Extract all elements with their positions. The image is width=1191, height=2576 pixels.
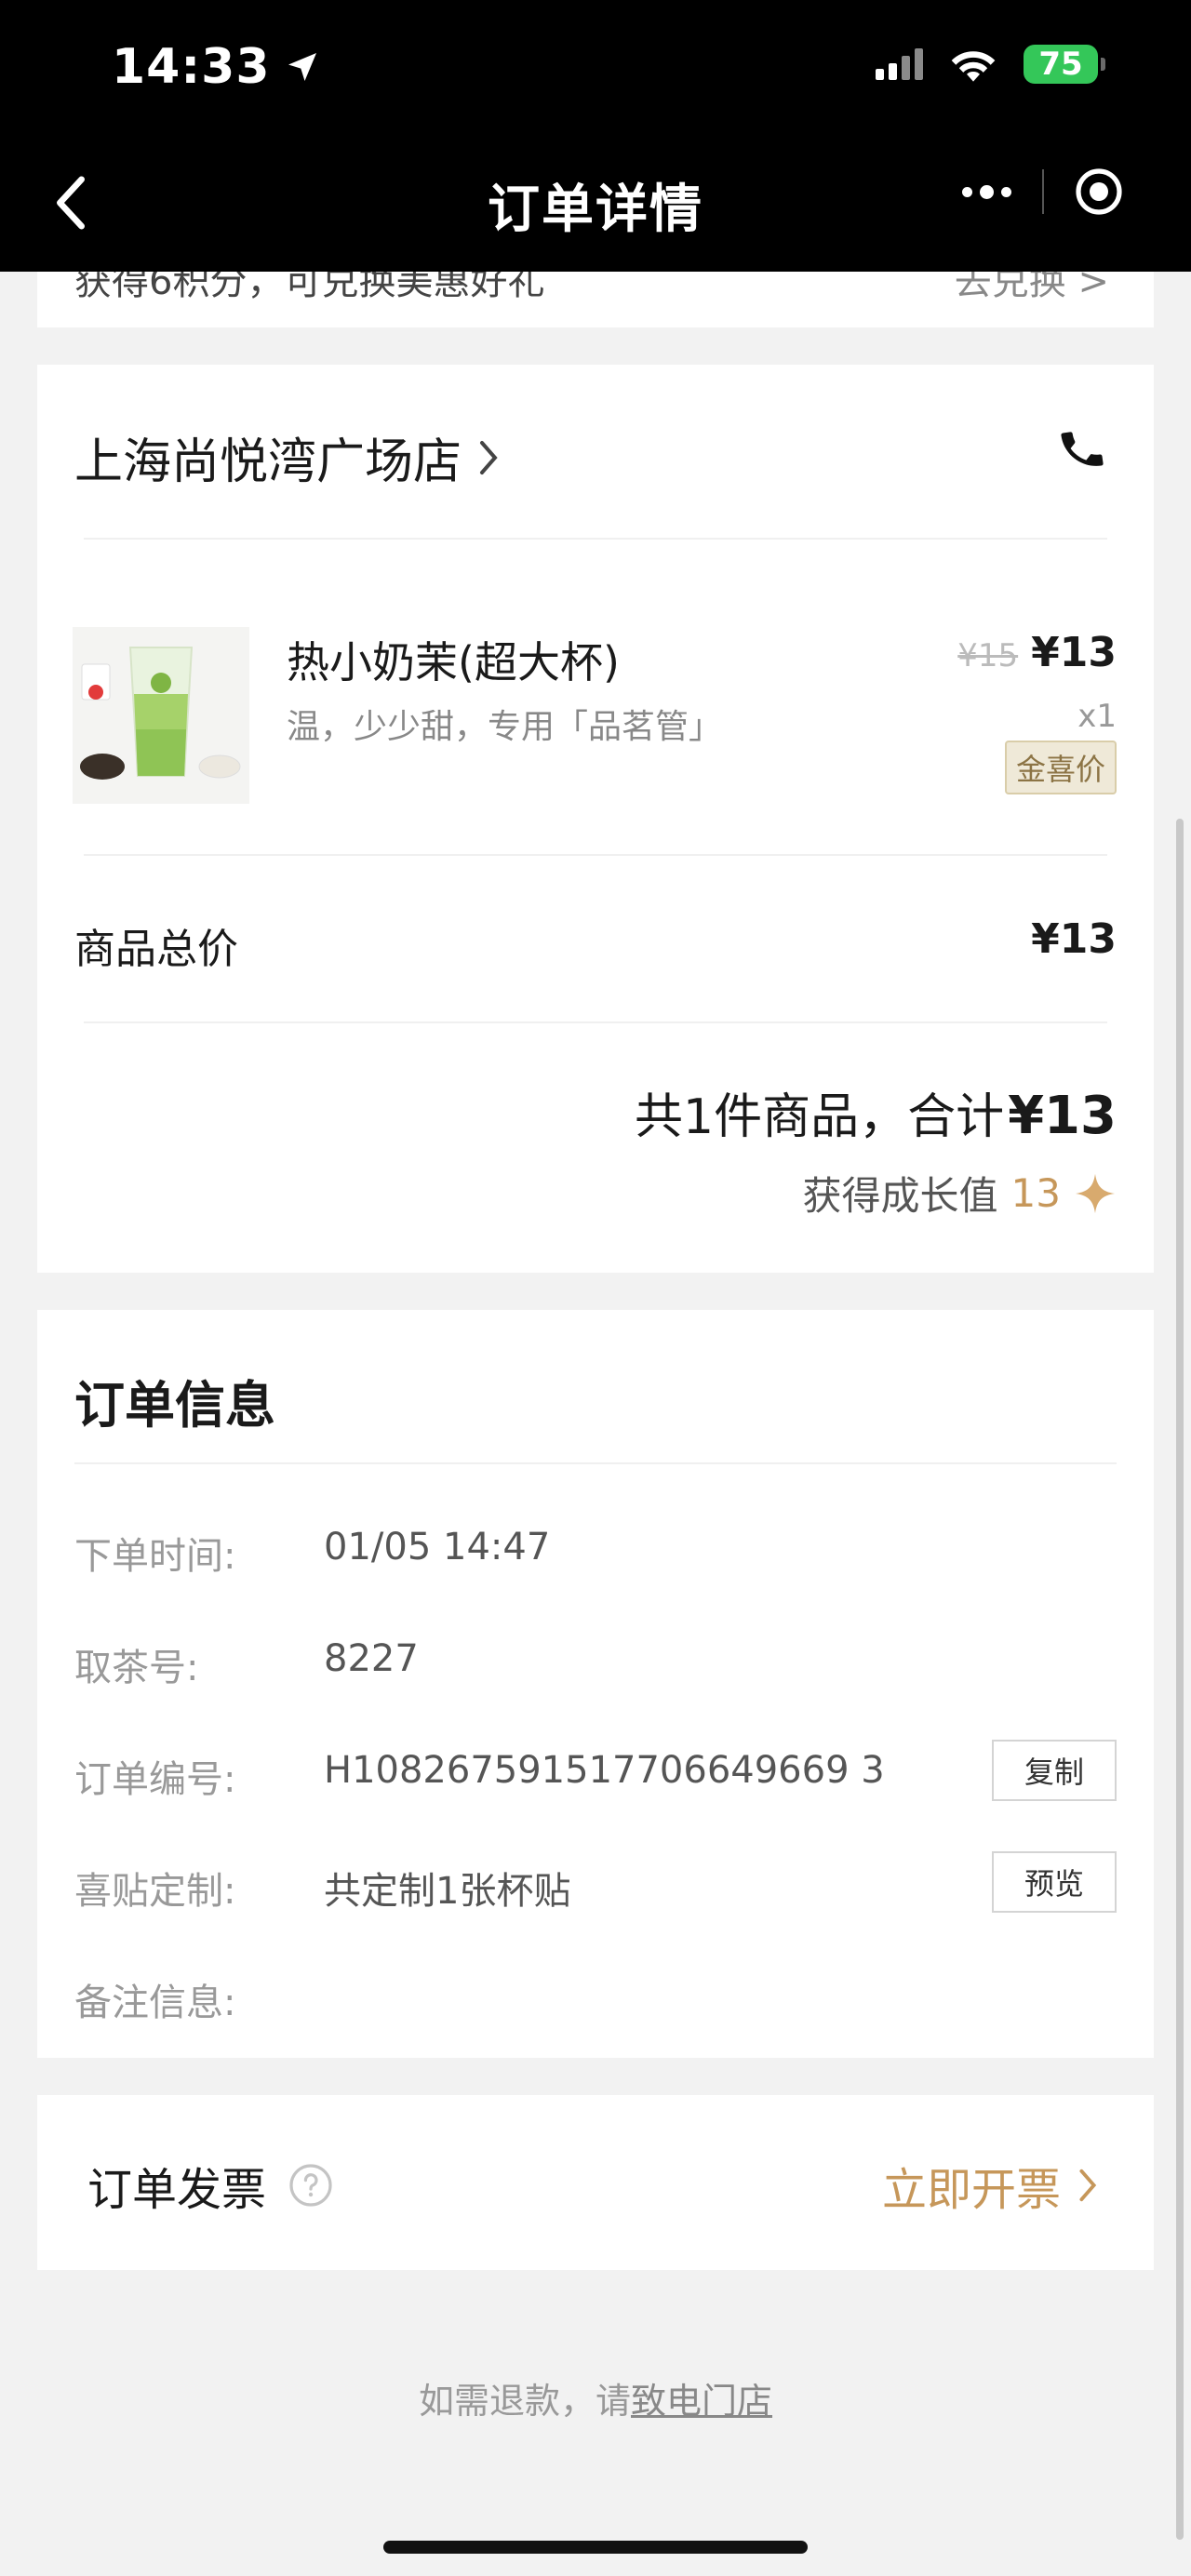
invoice-label-group: 订单发票 <box>87 2153 333 2218</box>
growth-value: 13 <box>1010 1170 1061 1216</box>
home-indicator[interactable] <box>383 2541 808 2554</box>
order-total-prefix: 共1件商品，合计 <box>635 1089 1005 1145</box>
points-banner-text: 获得6积分，可兑换美惠好礼 <box>74 272 545 303</box>
target-circle-icon <box>1076 168 1122 215</box>
issue-invoice-label: 立即开票 <box>881 2164 1061 2216</box>
more-dot-icon <box>961 186 972 197</box>
order-time-label: 下单时间: <box>74 1535 236 1578</box>
status-indicators: 75 <box>876 45 1105 84</box>
order-info-card: 订单信息 下单时间: 01/05 14:47 取茶号: 8227 订单编号: H… <box>37 1310 1154 2058</box>
product-spec: 温，少少甜，专用「品茗管」 <box>287 708 723 746</box>
status-time: 14:33 <box>112 39 271 95</box>
more-dot-icon <box>979 184 994 199</box>
remark-label: 备注信息: <box>74 1982 236 2024</box>
goods-total-label: 商品总价 <box>74 926 238 973</box>
wifi-icon <box>951 51 996 82</box>
order-time-value: 01/05 14:47 <box>324 1526 551 1568</box>
pickup-number-label: 取茶号: <box>74 1647 199 1689</box>
order-items-card: 上海尚悦湾广场店 热小奶茉(超大杯) 温，少少甜，专用「品茗管」 ¥15 ¥13… <box>37 365 1154 1273</box>
chevron-right-icon <box>1079 2169 1097 2202</box>
pickup-number-value: 8227 <box>324 1637 419 1680</box>
product-name: 热小奶茉(超大杯) <box>287 637 620 687</box>
phone-icon <box>1061 432 1104 466</box>
product-image[interactable] <box>73 627 249 804</box>
points-banner: 获得6积分，可兑换美惠好礼 去兑换 > <box>37 272 1154 327</box>
order-info-title: 订单信息 <box>74 1376 275 1435</box>
battery-icon: 75 <box>1024 45 1105 84</box>
cellular-signal-icon <box>876 48 923 80</box>
invoice-card: 订单发票 立即开票 <box>37 2095 1154 2270</box>
original-price: ¥15 <box>957 637 1019 674</box>
invoice-label: 订单发票 <box>87 2164 267 2216</box>
product-price: ¥15 ¥13 <box>957 629 1117 676</box>
more-button[interactable] <box>930 184 1042 199</box>
redeem-link[interactable]: 去兑换 > <box>955 272 1109 305</box>
copy-order-number-button[interactable]: 复制 <box>992 1740 1117 1801</box>
growth-label: 获得成长值 <box>802 1173 998 1219</box>
order-number-value: H108267591517706649669 3 <box>324 1749 885 1792</box>
sparkle-icon <box>1075 1173 1116 1213</box>
refund-note: 如需退款，请致电门店 <box>0 2372 1191 2423</box>
current-price: ¥13 <box>1031 629 1117 676</box>
preview-sticker-button[interactable]: 预览 <box>992 1851 1117 1913</box>
order-total-amount: ¥13 <box>1008 1086 1117 1146</box>
price-badge: 金喜价 <box>1004 741 1117 794</box>
goods-total-value: ¥13 <box>1031 915 1117 963</box>
more-dot-icon <box>1000 186 1011 197</box>
divider <box>84 854 1107 856</box>
store-link[interactable]: 上海尚悦湾广场店 <box>74 422 499 492</box>
sticker-custom-label: 喜贴定制: <box>74 1870 236 1913</box>
chevron-right-icon <box>480 440 498 474</box>
scrollbar[interactable] <box>1176 819 1184 2540</box>
order-number-label: 订单编号: <box>74 1758 236 1801</box>
divider <box>84 538 1107 540</box>
issue-invoice-button[interactable]: 立即开票 <box>882 2153 1098 2218</box>
battery-level: 75 <box>1038 46 1083 83</box>
store-name: 上海尚悦湾广场店 <box>74 434 462 490</box>
milk-tea-cup-image <box>73 627 249 804</box>
miniprogram-capsule <box>930 158 1154 225</box>
close-miniprogram-button[interactable] <box>1044 167 1154 216</box>
top-bar: 14:33 75 订单详情 <box>0 0 1191 272</box>
refund-note-text: 如需退款，请 <box>418 2381 631 2422</box>
growth-points: 获得成长值 13 <box>803 1165 1117 1221</box>
order-total: 共1件商品，合计 ¥13 <box>635 1077 1117 1147</box>
sticker-custom-value: 共定制1张杯贴 <box>324 1870 571 1913</box>
help-icon[interactable] <box>288 2163 333 2208</box>
divider <box>84 1021 1107 1023</box>
divider <box>74 1462 1117 1464</box>
status-time-group: 14:33 <box>112 39 321 95</box>
call-store-link[interactable]: 致电门店 <box>631 2381 772 2422</box>
call-store-button[interactable] <box>1057 424 1107 478</box>
location-arrow-icon <box>288 53 316 81</box>
product-quantity: x1 <box>1077 698 1117 735</box>
